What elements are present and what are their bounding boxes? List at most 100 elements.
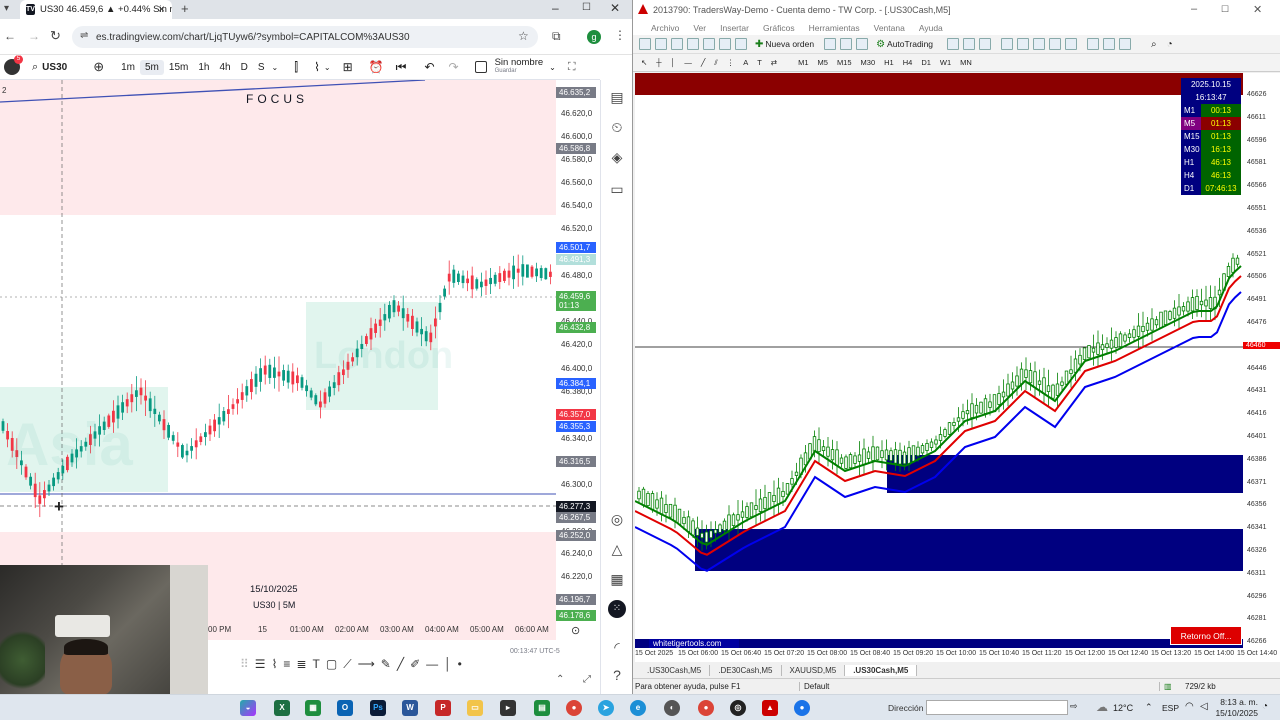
- reload-icon[interactable]: ↻: [50, 28, 61, 44]
- timeframe-15m[interactable]: 15m: [164, 60, 193, 75]
- photoshop-taskbar-icon[interactable]: Ps: [370, 700, 386, 716]
- terminal-taskbar-icon[interactable]: ▸: [500, 700, 516, 716]
- timeframe-4h[interactable]: 4h: [214, 60, 235, 75]
- crosshair-tool-icon[interactable]: ┼: [656, 58, 661, 67]
- calendar-icon[interactable]: ▦: [608, 570, 626, 588]
- tab-close-icon[interactable]: ×: [158, 2, 165, 16]
- mt-menu-gráficos[interactable]: Gráficos: [763, 23, 795, 33]
- terminal-icon[interactable]: [719, 38, 731, 50]
- metaeditor-icon[interactable]: [824, 38, 837, 50]
- profile-avatar[interactable]: g: [587, 30, 601, 44]
- fullscreen-icon[interactable]: ⛶: [568, 61, 576, 74]
- copilot-taskbar-icon[interactable]: ◒: [240, 700, 256, 716]
- zoom-in-icon[interactable]: [1001, 38, 1014, 50]
- horizontal-ray-icon[interactable]: ⟶: [358, 657, 375, 671]
- templates-icon[interactable]: [1119, 38, 1132, 50]
- candles-icon[interactable]: [963, 38, 976, 50]
- tradingview-chart[interactable]: 2 FOCUS London Asia 15/10/2025 US30 | 5M…: [0, 80, 556, 640]
- chrome2-taskbar-icon[interactable]: ●: [698, 700, 714, 716]
- vline-tool-icon[interactable]: │: [671, 58, 676, 67]
- site-info-icon[interactable]: ⇌: [80, 30, 88, 41]
- fib-tool-icon[interactable]: ☰: [255, 657, 266, 671]
- app-taskbar-icon[interactable]: ◐: [664, 700, 680, 716]
- address-go-icon[interactable]: ⇨: [1070, 701, 1078, 712]
- more-tools-icon[interactable]: •: [458, 657, 462, 671]
- browser-menu-icon[interactable]: ⋮: [614, 28, 626, 42]
- layers-icon[interactable]: ◈: [608, 148, 626, 166]
- url-input[interactable]: ⇌ es.tradingview.com/chart/LjqTUyw6/?sym…: [72, 26, 538, 48]
- temperature[interactable]: 12°C: [1113, 703, 1133, 713]
- volume-icon[interactable]: ◁: [1200, 701, 1208, 712]
- layouts-icon[interactable]: ⊞: [343, 60, 353, 74]
- mt-price-axis[interactable]: 46626 46611 46596 46581 46566 46551 46536 46521…: [1243, 73, 1280, 648]
- retorno-off-button[interactable]: Retorno Off...: [1170, 626, 1242, 645]
- redo-icon[interactable]: ↷: [449, 60, 459, 74]
- extensions-icon[interactable]: ⧉: [552, 29, 561, 44]
- time-axis[interactable]: 00 PM 15 01:00 AM 02:00 AM 03:00 AM 04:00 AM 0…: [208, 622, 600, 640]
- maximize-icon[interactable]: ☐: [582, 2, 591, 13]
- help-icon[interactable]: ?: [608, 666, 626, 684]
- tile-windows-icon[interactable]: [1033, 38, 1046, 50]
- equidistant-tool-icon[interactable]: ⫽: [714, 58, 717, 68]
- mt-menu-ver[interactable]: Ver: [693, 23, 706, 33]
- profiles-icon[interactable]: [655, 38, 667, 50]
- timeframe-dropdown-icon[interactable]: ⌄: [272, 63, 279, 72]
- excel-taskbar-icon[interactable]: X: [274, 700, 290, 716]
- vertical-line-icon[interactable]: │: [444, 657, 452, 671]
- panel-number[interactable]: 2: [2, 86, 6, 95]
- period-H4[interactable]: H4: [903, 58, 913, 67]
- period-W1[interactable]: W1: [940, 58, 951, 67]
- price-axis[interactable]: 46.620,0 46.600,0 46.580,0 46.560,0 46.540,0…: [556, 80, 600, 640]
- mt-search-icon[interactable]: ⌕: [1151, 39, 1157, 50]
- hline-tool-icon[interactable]: —: [684, 58, 692, 67]
- explorer-taskbar-icon[interactable]: ▭: [467, 700, 483, 716]
- layout-dropdown-icon[interactable]: ⌄: [549, 63, 556, 72]
- period-M5[interactable]: M5: [818, 58, 828, 67]
- symbol-name[interactable]: US30: [42, 62, 67, 73]
- address-toolbar-input[interactable]: [926, 700, 1068, 715]
- apps-grid-icon[interactable]: ⁙: [608, 600, 626, 618]
- user-avatar[interactable]: 5: [4, 55, 23, 75]
- collapse-toolbar-icon[interactable]: ⌃: [556, 674, 564, 685]
- line-tool-icon[interactable]: ╱: [397, 657, 404, 671]
- edge-taskbar-icon[interactable]: e: [630, 700, 646, 716]
- period-D1[interactable]: D1: [921, 58, 931, 67]
- sheets-taskbar-icon[interactable]: ▦: [305, 700, 321, 716]
- mt-symbol-tab[interactable]: XAUUSD,M5: [782, 664, 846, 676]
- new-chart-icon[interactable]: [639, 38, 651, 50]
- mt-maximize-icon[interactable]: ☐: [1221, 4, 1229, 15]
- timeframe-5m[interactable]: 5m: [140, 59, 164, 75]
- pdf-taskbar-icon[interactable]: P: [435, 700, 451, 716]
- chrome-taskbar-icon[interactable]: ●: [566, 700, 582, 716]
- mt-menu-herramientas[interactable]: Herramientas: [809, 23, 860, 33]
- layout-checkbox[interactable]: [474, 61, 487, 73]
- watchlist-icon[interactable]: ▤: [608, 88, 626, 106]
- layout-name-block[interactable]: Sin nombre Guardar: [495, 58, 544, 76]
- rectangle-tool-icon[interactable]: ▢: [326, 657, 337, 671]
- tab-search-icon[interactable]: ▾: [4, 3, 9, 14]
- clock-time[interactable]: 8:13 a. m.: [1208, 697, 1258, 707]
- line-chart-icon[interactable]: [979, 38, 992, 50]
- mt-minimize-icon[interactable]: –: [1191, 3, 1197, 15]
- telegram-taskbar-icon[interactable]: ➤: [598, 700, 614, 716]
- signals-icon[interactable]: [840, 38, 853, 50]
- zoom-out-icon[interactable]: [1017, 38, 1030, 50]
- back-icon[interactable]: ←: [4, 29, 16, 43]
- clock-date[interactable]: 15/10/2025: [1208, 708, 1258, 718]
- tray-chevron-icon[interactable]: ⌃: [1145, 702, 1153, 713]
- minimize-icon[interactable]: –: [552, 1, 559, 15]
- cursor-tool-icon[interactable]: ↖: [641, 58, 647, 67]
- chat-icon[interactable]: ▭: [608, 180, 626, 198]
- strategy-tester-icon[interactable]: [735, 38, 747, 50]
- text-tool-icon[interactable]: T: [313, 657, 320, 671]
- mt-menu-archivo[interactable]: Archivo: [651, 23, 679, 33]
- periods-icon[interactable]: [1103, 38, 1116, 50]
- navigator-icon[interactable]: [703, 38, 715, 50]
- word-taskbar-icon[interactable]: W: [402, 700, 418, 716]
- trend-tool-icon[interactable]: ╱: [701, 58, 706, 67]
- replay-icon[interactable]: ⏮: [396, 60, 407, 75]
- chart-shift-icon[interactable]: [1065, 38, 1078, 50]
- forward-icon[interactable]: →: [28, 29, 40, 43]
- signal-icon[interactable]: ◜: [608, 638, 626, 656]
- arrows-tool-icon[interactable]: ⇄: [771, 58, 777, 67]
